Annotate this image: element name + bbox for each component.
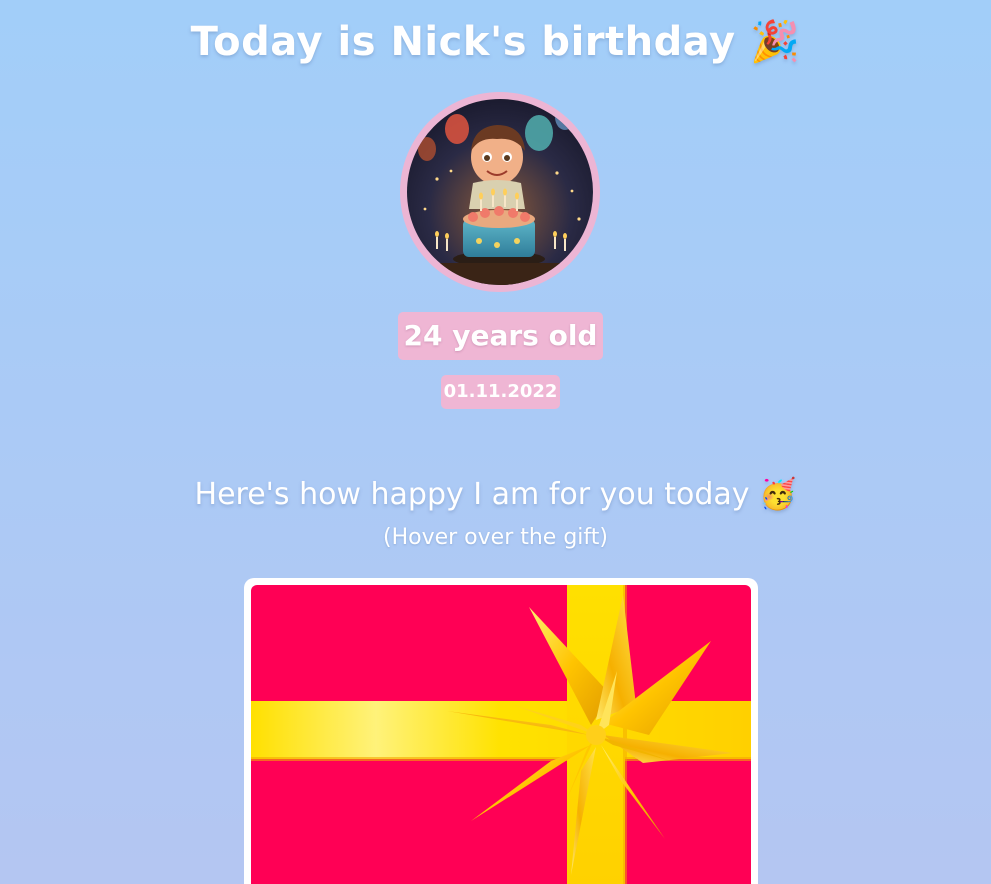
hover-hint: (Hover over the gift) (383, 525, 608, 550)
partying-face-icon: 🥳 (759, 477, 797, 512)
avatar (407, 99, 593, 285)
gift-heading: Here's how happy I am for you today 🥳 (0, 474, 991, 516)
date-badge: 01.11.2022 (441, 375, 560, 409)
gift-box[interactable] (244, 578, 758, 884)
birthday-page: Today is Nick's birthday 🎉 24 years old … (0, 0, 991, 884)
page-title: Today is Nick's birthday 🎉 (0, 14, 991, 70)
party-popper-icon: 🎉 (750, 19, 801, 65)
avatar-frame (400, 92, 600, 292)
gift-heading-text: Here's how happy I am for you today (194, 477, 750, 512)
gift-box-icon (251, 585, 751, 884)
page-title-text: Today is Nick's birthday (190, 19, 736, 65)
age-badge: 24 years old (398, 312, 603, 360)
